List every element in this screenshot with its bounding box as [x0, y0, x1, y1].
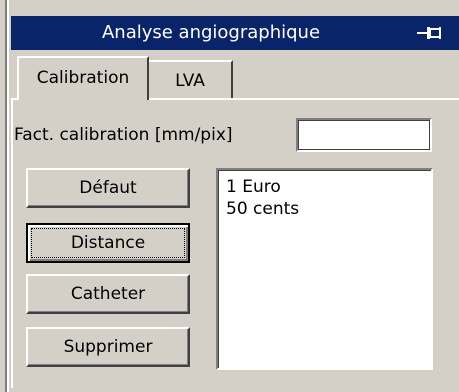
dock-window: Analyse angiographique Calibration LVA F… [0, 0, 459, 392]
title-bar[interactable]: Analyse angiographique [11, 16, 459, 50]
tab-lva[interactable]: LVA [147, 60, 233, 98]
tab-calibration[interactable]: Calibration [17, 56, 149, 100]
calibration-factor-field[interactable] [296, 118, 432, 152]
reference-list[interactable]: 1 Euro 50 cents [216, 168, 433, 370]
tab-strip: Calibration LVA [11, 50, 459, 100]
default-button[interactable]: Défaut [26, 168, 190, 208]
list-item[interactable]: 50 cents [226, 198, 423, 220]
catheter-button[interactable]: Catheter [26, 274, 190, 314]
window-frame-edge [0, 0, 9, 392]
pin-icon[interactable] [415, 22, 445, 44]
window-title: Analyse angiographique [101, 22, 321, 43]
list-item[interactable]: 1 Euro [226, 176, 423, 198]
calibration-factor-label: Fact. calibration [mm/pix] [14, 125, 233, 145]
delete-button[interactable]: Supprimer [26, 327, 190, 367]
distance-button[interactable]: Distance [26, 223, 190, 263]
